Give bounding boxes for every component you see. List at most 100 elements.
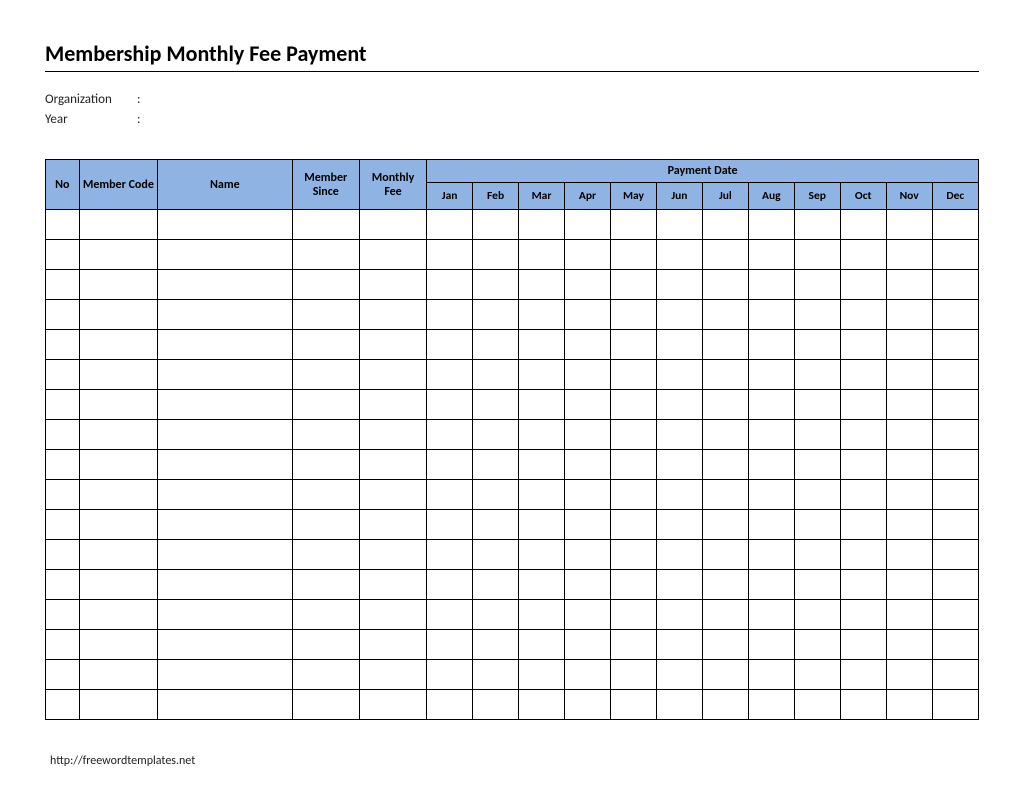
table-cell bbox=[748, 630, 794, 660]
table-cell bbox=[292, 360, 359, 390]
table-cell bbox=[292, 270, 359, 300]
table-cell bbox=[886, 450, 932, 480]
table-cell bbox=[656, 660, 702, 690]
table-cell bbox=[519, 540, 565, 570]
table-cell bbox=[519, 210, 565, 240]
table-cell bbox=[656, 480, 702, 510]
table-cell bbox=[565, 450, 611, 480]
table-cell bbox=[610, 690, 656, 720]
table-cell bbox=[158, 240, 293, 270]
table-cell bbox=[46, 210, 80, 240]
table-cell bbox=[427, 480, 473, 510]
table-cell bbox=[519, 600, 565, 630]
header-name: Name bbox=[158, 160, 293, 210]
table-cell bbox=[79, 300, 157, 330]
table-cell bbox=[158, 210, 293, 240]
table-cell bbox=[427, 540, 473, 570]
table-cell bbox=[932, 510, 978, 540]
table-cell bbox=[656, 600, 702, 630]
table-cell bbox=[46, 660, 80, 690]
table-cell bbox=[473, 240, 519, 270]
table-cell bbox=[886, 510, 932, 540]
table-cell bbox=[292, 450, 359, 480]
table-cell bbox=[886, 540, 932, 570]
header-month-dec: Dec bbox=[932, 183, 978, 210]
table-cell bbox=[932, 480, 978, 510]
table-cell bbox=[292, 630, 359, 660]
table-cell bbox=[702, 540, 748, 570]
table-cell bbox=[840, 270, 886, 300]
table-cell bbox=[886, 480, 932, 510]
table-cell bbox=[702, 660, 748, 690]
table-row bbox=[46, 360, 979, 390]
table-cell bbox=[702, 240, 748, 270]
table-cell bbox=[702, 510, 748, 540]
table-cell bbox=[473, 300, 519, 330]
table-cell bbox=[158, 390, 293, 420]
table-row bbox=[46, 240, 979, 270]
table-cell bbox=[932, 450, 978, 480]
table-cell bbox=[886, 390, 932, 420]
table-cell bbox=[886, 690, 932, 720]
table-cell bbox=[46, 300, 80, 330]
colon: : bbox=[137, 110, 149, 130]
table-cell bbox=[840, 450, 886, 480]
table-cell bbox=[656, 390, 702, 420]
table-row bbox=[46, 330, 979, 360]
table-cell bbox=[519, 270, 565, 300]
table-cell bbox=[46, 390, 80, 420]
table-cell bbox=[656, 300, 702, 330]
table-cell bbox=[794, 360, 840, 390]
table-cell bbox=[473, 450, 519, 480]
table-cell bbox=[292, 660, 359, 690]
table-cell bbox=[748, 240, 794, 270]
table-cell bbox=[519, 690, 565, 720]
table-cell bbox=[702, 300, 748, 330]
table-cell bbox=[359, 420, 426, 450]
table-cell bbox=[840, 390, 886, 420]
table-cell bbox=[79, 690, 157, 720]
table-cell bbox=[46, 510, 80, 540]
table-cell bbox=[79, 480, 157, 510]
table-cell bbox=[359, 600, 426, 630]
table-cell bbox=[702, 210, 748, 240]
table-cell bbox=[473, 390, 519, 420]
table-cell bbox=[840, 510, 886, 540]
table-cell bbox=[656, 450, 702, 480]
table-cell bbox=[702, 450, 748, 480]
table-cell bbox=[565, 630, 611, 660]
table-cell bbox=[748, 600, 794, 630]
table-cell bbox=[748, 390, 794, 420]
table-cell bbox=[932, 240, 978, 270]
table-row bbox=[46, 540, 979, 570]
table-row bbox=[46, 480, 979, 510]
table-cell bbox=[427, 210, 473, 240]
table-cell bbox=[656, 570, 702, 600]
table-row bbox=[46, 690, 979, 720]
document-title: Membership Monthly Fee Payment bbox=[45, 40, 979, 72]
table-cell bbox=[473, 210, 519, 240]
header-month-mar: Mar bbox=[519, 183, 565, 210]
table-cell bbox=[748, 450, 794, 480]
table-cell bbox=[359, 540, 426, 570]
table-cell bbox=[610, 480, 656, 510]
table-cell bbox=[79, 360, 157, 390]
table-cell bbox=[519, 240, 565, 270]
table-cell bbox=[702, 600, 748, 630]
table-cell bbox=[932, 390, 978, 420]
table-cell bbox=[473, 510, 519, 540]
table-cell bbox=[427, 240, 473, 270]
table-cell bbox=[932, 570, 978, 600]
header-month-apr: Apr bbox=[565, 183, 611, 210]
table-cell bbox=[702, 690, 748, 720]
table-cell bbox=[519, 450, 565, 480]
table-cell bbox=[702, 360, 748, 390]
table-cell bbox=[565, 390, 611, 420]
table-cell bbox=[610, 540, 656, 570]
table-cell bbox=[565, 570, 611, 600]
table-cell bbox=[519, 390, 565, 420]
table-cell bbox=[473, 480, 519, 510]
table-cell bbox=[473, 360, 519, 390]
table-cell bbox=[79, 630, 157, 660]
table-cell bbox=[932, 540, 978, 570]
